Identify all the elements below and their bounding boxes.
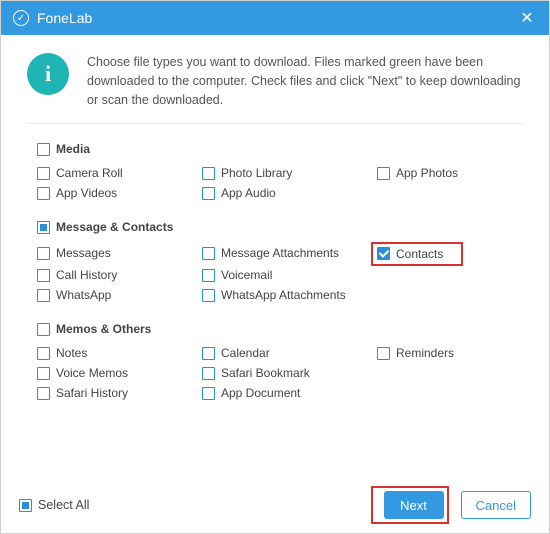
item-app-photos[interactable]: App Photos — [377, 166, 497, 180]
checkbox[interactable] — [202, 269, 215, 282]
section-head-media[interactable]: Media — [37, 142, 513, 156]
item-app-document[interactable]: App Document — [202, 386, 377, 400]
item-label: App Document — [221, 386, 300, 400]
item-label: WhatsApp — [56, 288, 111, 302]
checkbox[interactable] — [377, 167, 390, 180]
item-safari-bookmark[interactable]: Safari Bookmark — [202, 366, 377, 380]
app-icon: ✓ — [13, 10, 29, 26]
header-text: Choose file types you want to download. … — [87, 53, 523, 109]
app-title: FoneLab — [37, 10, 517, 26]
checkbox[interactable] — [202, 167, 215, 180]
item-label: Call History — [56, 268, 117, 282]
checkbox[interactable] — [202, 187, 215, 200]
checkbox[interactable] — [202, 347, 215, 360]
highlight-next: Next — [371, 486, 449, 524]
item-app-videos[interactable]: App Videos — [37, 186, 202, 200]
item-label: WhatsApp Attachments — [221, 288, 346, 302]
checkbox[interactable] — [202, 367, 215, 380]
checkbox-select-all[interactable] — [19, 499, 32, 512]
item-voicemail[interactable]: Voicemail — [202, 268, 377, 282]
item-reminders[interactable]: Reminders — [377, 346, 497, 360]
section-memos: Memos & Others Notes Calendar Reminders … — [37, 322, 513, 400]
section-head-msgcontacts[interactable]: Message & Contacts — [37, 220, 513, 234]
checkbox[interactable] — [377, 247, 390, 260]
close-icon[interactable]: ✕ — [517, 8, 537, 28]
section-label: Memos & Others — [56, 322, 151, 336]
checkbox[interactable] — [37, 187, 50, 200]
checkbox[interactable] — [202, 247, 215, 260]
checkbox[interactable] — [37, 387, 50, 400]
dialog-window: ✓ FoneLab ✕ i Choose file types you want… — [0, 0, 550, 534]
highlight-contacts: Contacts — [371, 242, 463, 266]
checkbox-msgcontacts[interactable] — [37, 221, 50, 234]
item-whatsapp[interactable]: WhatsApp — [37, 288, 202, 302]
info-icon: i — [27, 53, 69, 95]
item-msg-attach[interactable]: Message Attachments — [202, 244, 377, 262]
item-label: Voice Memos — [56, 366, 128, 380]
footer: Select All Next Cancel — [1, 480, 549, 533]
cancel-button[interactable]: Cancel — [461, 491, 531, 519]
checkbox[interactable] — [37, 167, 50, 180]
select-all-label: Select All — [38, 498, 89, 512]
select-all[interactable]: Select All — [19, 498, 89, 512]
item-label: App Audio — [221, 186, 276, 200]
item-label: App Photos — [396, 166, 458, 180]
item-safari-history[interactable]: Safari History — [37, 386, 202, 400]
titlebar: ✓ FoneLab ✕ — [1, 1, 549, 35]
checkbox[interactable] — [37, 289, 50, 302]
item-label: Contacts — [396, 247, 443, 261]
section-label: Media — [56, 142, 90, 156]
item-calendar[interactable]: Calendar — [202, 346, 377, 360]
item-label: Messages — [56, 246, 111, 260]
item-call-history[interactable]: Call History — [37, 268, 202, 282]
checkbox[interactable] — [37, 367, 50, 380]
item-app-audio[interactable]: App Audio — [202, 186, 377, 200]
next-button[interactable]: Next — [384, 491, 444, 519]
item-label: Safari Bookmark — [221, 366, 310, 380]
item-label: Calendar — [221, 346, 270, 360]
section-label: Message & Contacts — [56, 220, 173, 234]
item-label: Notes — [56, 346, 87, 360]
item-label: Reminders — [396, 346, 454, 360]
header: i Choose file types you want to download… — [1, 35, 549, 123]
content-area: Media Camera Roll Photo Library App Phot… — [1, 124, 549, 480]
item-wa-attach[interactable]: WhatsApp Attachments — [202, 288, 377, 302]
item-messages[interactable]: Messages — [37, 244, 202, 262]
checkbox[interactable] — [377, 347, 390, 360]
section-media: Media Camera Roll Photo Library App Phot… — [37, 142, 513, 200]
item-contacts[interactable]: Contacts — [377, 247, 443, 261]
checkbox[interactable] — [202, 387, 215, 400]
item-label: Safari History — [56, 386, 128, 400]
item-label: Camera Roll — [56, 166, 123, 180]
checkbox[interactable] — [37, 269, 50, 282]
checkbox[interactable] — [37, 347, 50, 360]
item-label: Voicemail — [221, 268, 272, 282]
checkbox-memos[interactable] — [37, 323, 50, 336]
item-photo-library[interactable]: Photo Library — [202, 166, 377, 180]
item-label: Photo Library — [221, 166, 292, 180]
checkbox-media[interactable] — [37, 143, 50, 156]
section-head-memos[interactable]: Memos & Others — [37, 322, 513, 336]
item-notes[interactable]: Notes — [37, 346, 202, 360]
section-msgcontacts: Message & Contacts Messages Message Atta… — [37, 220, 513, 302]
checkbox[interactable] — [37, 247, 50, 260]
item-camera-roll[interactable]: Camera Roll — [37, 166, 202, 180]
item-label: App Videos — [56, 186, 117, 200]
item-voice-memos[interactable]: Voice Memos — [37, 366, 202, 380]
checkbox[interactable] — [202, 289, 215, 302]
item-label: Message Attachments — [221, 246, 339, 260]
